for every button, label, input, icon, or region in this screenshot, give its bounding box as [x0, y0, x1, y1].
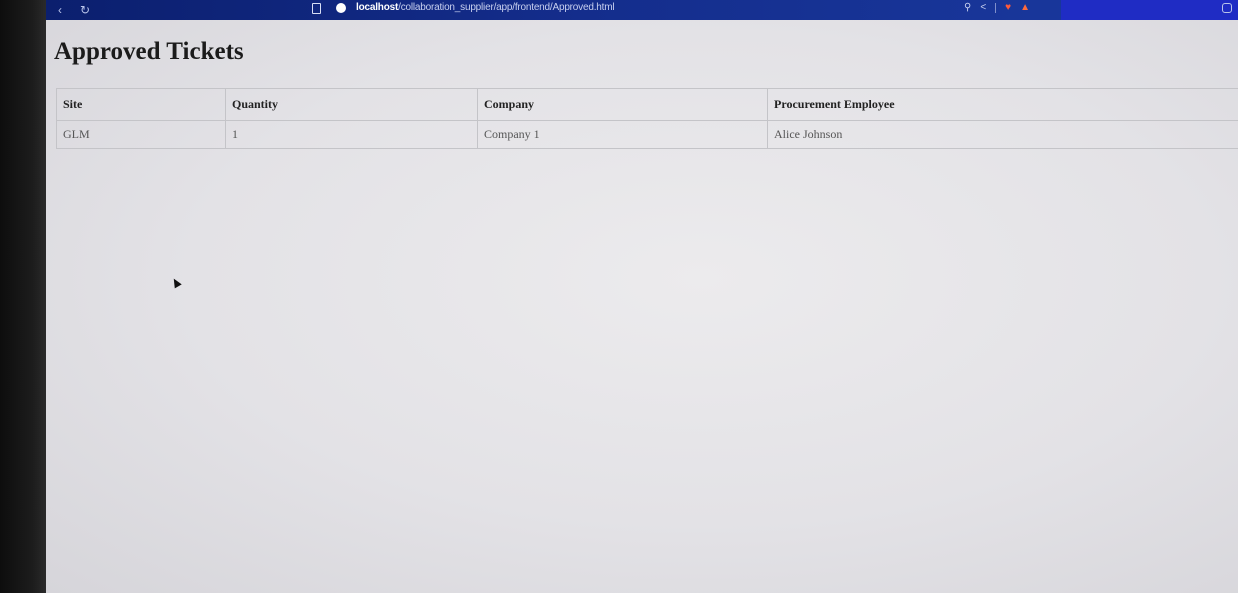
address-bar[interactable]: localhost/collaboration_supplier/app/fro… — [356, 2, 615, 13]
cell-site: GLM — [56, 120, 226, 149]
page-content: Approved Tickets Site Quantity Company P… — [46, 20, 1238, 593]
url-path: /collaboration_supplier/app/frontend/App… — [398, 2, 615, 13]
table-header-row: Site Quantity Company Procurement Employ… — [56, 88, 1238, 121]
url-host: localhost — [356, 2, 399, 13]
toolbar-right-area — [1061, 0, 1238, 20]
cell-procurement-employee: Alice Johnson — [767, 120, 1238, 149]
mouse-cursor-icon — [170, 276, 182, 289]
table-row: GLM 1 Company 1 Alice Johnson — [56, 120, 1238, 149]
cell-quantity: 1 — [225, 120, 478, 149]
zoom-icon[interactable]: ⚲ — [964, 2, 971, 13]
toolbar-separator — [995, 2, 997, 13]
cell-company: Company 1 — [477, 120, 768, 149]
shield-icon[interactable]: ♥ — [1005, 2, 1011, 13]
column-header-quantity: Quantity — [225, 88, 478, 121]
site-info-icon[interactable] — [336, 3, 346, 13]
column-header-site: Site — [56, 88, 226, 121]
column-header-company: Company — [477, 88, 768, 121]
back-icon[interactable]: ‹ — [58, 3, 62, 17]
toolbar-right-icons: ⚲ < ♥ ▲ — [964, 2, 1030, 13]
extensions-icon[interactable] — [1222, 3, 1232, 13]
column-header-procurement-employee: Procurement Employee — [767, 88, 1238, 121]
share-icon[interactable]: < — [980, 2, 986, 13]
browser-toolbar: ‹ ↻ localhost/collaboration_supplier/app… — [46, 0, 1238, 20]
page-title: Approved Tickets — [54, 38, 244, 65]
browser-nav: ‹ ↻ — [46, 3, 90, 17]
warning-icon[interactable]: ▲ — [1020, 2, 1030, 13]
reload-icon[interactable]: ↻ — [80, 3, 90, 17]
approved-tickets-table: Site Quantity Company Procurement Employ… — [56, 88, 1238, 149]
bookmark-icon[interactable] — [312, 3, 321, 14]
screen-bezel — [0, 0, 46, 593]
